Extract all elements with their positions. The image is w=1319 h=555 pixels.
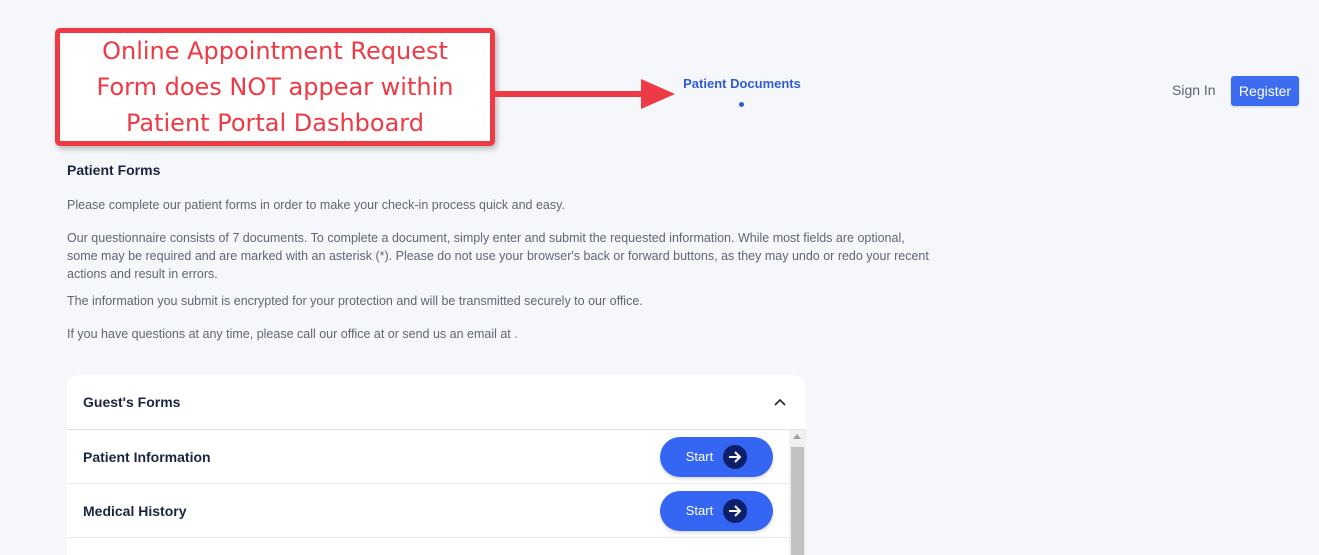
intro-paragraph: Please complete our patient forms in ord… (67, 198, 565, 212)
arrow-right-icon (723, 498, 748, 523)
card-title: Guest's Forms (83, 394, 181, 410)
form-label: Patient Information (83, 448, 211, 465)
card-header[interactable]: Guest's Forms (67, 375, 806, 430)
forms-list: Patient Information Start Medical Histor… (67, 430, 789, 538)
scrollbar-thumb[interactable] (791, 447, 804, 555)
sign-in-link[interactable]: Sign In (1172, 82, 1216, 98)
nav-tab-patient-documents[interactable]: Patient Documents (676, 76, 808, 91)
annotation-text: Online Appointment Request Form does NOT… (96, 37, 454, 137)
callout-arrow-icon (495, 79, 675, 109)
scroll-up-arrow-icon[interactable] (793, 434, 801, 439)
start-label: Start (685, 503, 714, 518)
encryption-paragraph: The information you submit is encrypted … (67, 294, 643, 308)
list-item: Patient Information Start (67, 430, 789, 484)
arrow-right-icon (723, 444, 748, 469)
scrollbar[interactable] (789, 430, 806, 555)
annotation-callout: Online Appointment Request Form does NOT… (55, 28, 495, 146)
form-label: Medical History (83, 502, 187, 519)
list-item: Medical History Start (67, 484, 789, 538)
start-button[interactable]: Start (660, 490, 773, 531)
start-button[interactable]: Start (660, 436, 773, 477)
guest-forms-card: Guest's Forms Patient Information Start … (67, 375, 806, 555)
chevron-up-icon[interactable] (770, 392, 790, 412)
start-label: Start (685, 449, 714, 464)
active-tab-indicator (739, 102, 744, 107)
register-button[interactable]: Register (1231, 76, 1299, 106)
page-title: Patient Forms (67, 162, 161, 178)
questionnaire-paragraph: Our questionnaire consists of 7 document… (67, 231, 929, 281)
contact-paragraph: If you have questions at any time, pleas… (67, 327, 518, 341)
